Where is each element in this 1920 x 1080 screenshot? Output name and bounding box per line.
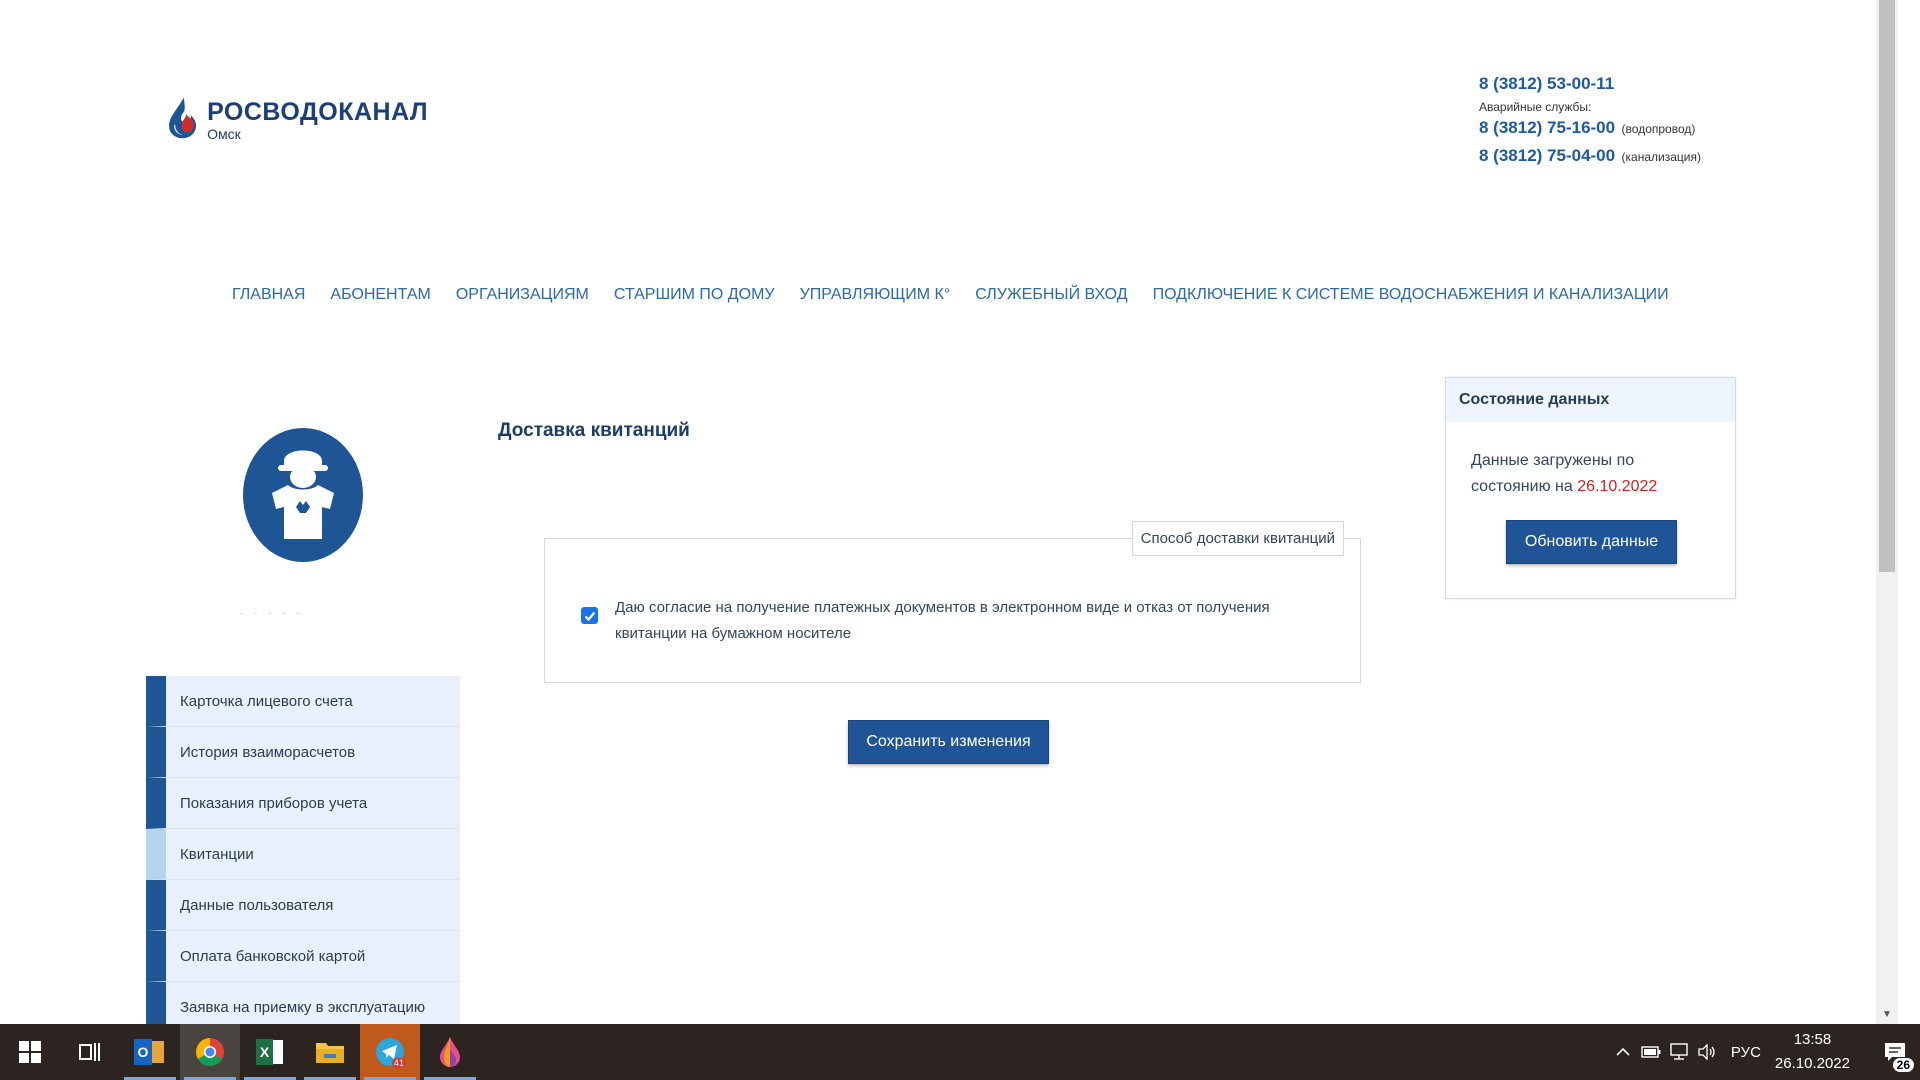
task-view-icon	[79, 1043, 100, 1061]
battery-icon[interactable]	[1637, 1046, 1665, 1058]
scroll-down-arrow-icon[interactable]: ▼	[1882, 1009, 1892, 1020]
side-item-label: Показания приборов учета	[180, 794, 368, 812]
folder-icon	[316, 1043, 344, 1063]
fieldset-legend: Способ доставки квитанций	[1131, 521, 1344, 556]
nav-item-connection[interactable]: ПОДКЛЮЧЕНИЕ К СИСТЕМЕ ВОДОСНАБЖЕНИЯ И КА…	[1153, 286, 1669, 304]
clock[interactable]: 13:58 26.10.2022	[1775, 1028, 1850, 1076]
water-drop-logo-icon	[169, 97, 197, 139]
side-item-label: Данные пользователя	[180, 896, 334, 914]
outlook-icon: O	[134, 1039, 164, 1065]
nav-item-home[interactable]: ГЛАВНАЯ	[232, 286, 305, 304]
user-avatar	[242, 427, 364, 563]
side-item-receipts[interactable]: Квитанции	[146, 829, 460, 880]
delivery-method-fieldset: Способ доставки квитанций Даю согласие н…	[544, 521, 1361, 683]
taskbar-outlook[interactable]: O	[120, 1024, 180, 1080]
language-indicator[interactable]: РУС	[1731, 1044, 1761, 1061]
status-panel-title: Состояние данных	[1446, 378, 1735, 422]
notification-count-badge: 26	[1892, 1058, 1914, 1072]
side-item-meter-readings[interactable]: Показания приборов учета	[146, 778, 460, 829]
site-logo[interactable]: РОСВОДОКАНАЛ Омск	[168, 76, 428, 160]
show-hidden-icons-icon[interactable]	[1609, 1047, 1637, 1057]
header-contacts: 8 (3812) 53-00-11 Аварийные службы: 8 (3…	[1479, 74, 1779, 166]
emergency-label: Аварийные службы:	[1479, 100, 1592, 114]
side-item-label: Заявка на приемку в эксплуатацию	[180, 998, 426, 1016]
scrollbar-thumb[interactable]	[1879, 0, 1895, 572]
task-view-button[interactable]	[60, 1024, 120, 1080]
water-phone[interactable]: 8 (3812) 75-16-00	[1479, 118, 1615, 137]
taskbar-file-explorer[interactable]	[300, 1024, 360, 1080]
status-text-block: Данные загружены по состоянию на 26.10.2…	[1446, 422, 1706, 500]
taskbar-excel[interactable]: X	[240, 1024, 300, 1080]
side-item-label: Квитанции	[180, 845, 254, 863]
sewer-phone[interactable]: 8 (3812) 75-04-00	[1479, 146, 1615, 165]
side-item-payment-history[interactable]: История взаиморасчетов	[146, 727, 460, 778]
data-status-panel: Состояние данных Данные загружены по сос…	[1445, 377, 1736, 599]
start-button[interactable]	[0, 1024, 60, 1080]
system-tray: РУС 13:58 26.10.2022 26	[1609, 1024, 1920, 1080]
nav-item-staff-login[interactable]: СЛУЖЕБНЫЙ ВХОД	[975, 286, 1127, 304]
color-drop-icon	[440, 1037, 460, 1067]
side-item-label: Оплата банковской картой	[180, 947, 366, 965]
nav-item-subscribers[interactable]: АБОНЕНТАМ	[330, 286, 430, 304]
web-page: РОСВОДОКАНАЛ Омск 8 (3812) 53-00-11 Авар…	[0, 0, 1898, 1024]
side-item-acceptance-request[interactable]: Заявка на приемку в эксплуатацию	[146, 982, 460, 1024]
water-note: (водопровод)	[1621, 122, 1696, 136]
nav-item-organizations[interactable]: ОРГАНИЗАЦИЯМ	[456, 286, 589, 304]
consent-text[interactable]: Даю согласие на получение платежных доку…	[615, 595, 1335, 647]
user-avatar-icon	[243, 428, 363, 562]
taskbar-app-drop[interactable]	[420, 1024, 480, 1080]
side-item-user-data[interactable]: Данные пользователя	[146, 880, 460, 931]
clock-date: 26.10.2022	[1774, 1055, 1850, 1072]
volume-icon[interactable]	[1693, 1044, 1721, 1060]
side-item-card-payment[interactable]: Оплата банковской картой	[146, 931, 460, 982]
logo-name: РОСВОДОКАНАЛ	[207, 98, 428, 126]
consent-checkbox[interactable]	[581, 607, 598, 624]
side-item-label: История взаиморасчетов	[180, 743, 356, 761]
sewer-note: (канализация)	[1621, 150, 1701, 164]
taskbar-telegram[interactable]: 41	[360, 1024, 420, 1080]
network-icon[interactable]	[1665, 1043, 1693, 1061]
svg-text:O: O	[138, 1044, 149, 1060]
status-date: 26.10.2022	[1577, 478, 1658, 495]
checkmark-icon	[584, 611, 595, 621]
action-center-button[interactable]: 26	[1870, 1024, 1920, 1080]
windows-taskbar: O X 41 РУС 13:58 26.10.2022 26	[0, 1024, 1920, 1080]
taskbar-chrome[interactable]	[180, 1024, 240, 1080]
user-name-obscured: · · · · ·	[240, 608, 304, 619]
chrome-icon	[196, 1038, 224, 1066]
account-side-menu: Карточка лицевого счета История взаимора…	[146, 676, 460, 1024]
side-item-account-card[interactable]: Карточка лицевого счета	[146, 676, 460, 727]
nav-item-management-companies[interactable]: УПРАВЛЯЮЩИМ К°	[800, 286, 951, 304]
excel-icon: X	[256, 1039, 283, 1065]
save-changes-button[interactable]: Сохранить изменения	[848, 720, 1049, 764]
refresh-data-button[interactable]: Обновить данные	[1506, 520, 1677, 564]
svg-text:X: X	[260, 1044, 270, 1060]
nav-item-house-seniors[interactable]: СТАРШИМ ПО ДОМУ	[614, 286, 775, 304]
main-nav: ГЛАВНАЯ АБОНЕНТАМ ОРГАНИЗАЦИЯМ СТАРШИМ П…	[232, 286, 1669, 304]
telegram-unread-badge: 41	[391, 1058, 406, 1068]
page-scrollbar[interactable]: ▼	[1876, 0, 1898, 1024]
main-phone[interactable]: 8 (3812) 53-00-11	[1479, 74, 1779, 94]
windows-logo-icon	[19, 1041, 41, 1063]
side-item-label: Карточка лицевого счета	[180, 692, 353, 710]
logo-city: Омск	[207, 126, 241, 142]
clock-time: 13:58	[1793, 1031, 1832, 1048]
page-title: Доставка квитанций	[498, 420, 690, 441]
